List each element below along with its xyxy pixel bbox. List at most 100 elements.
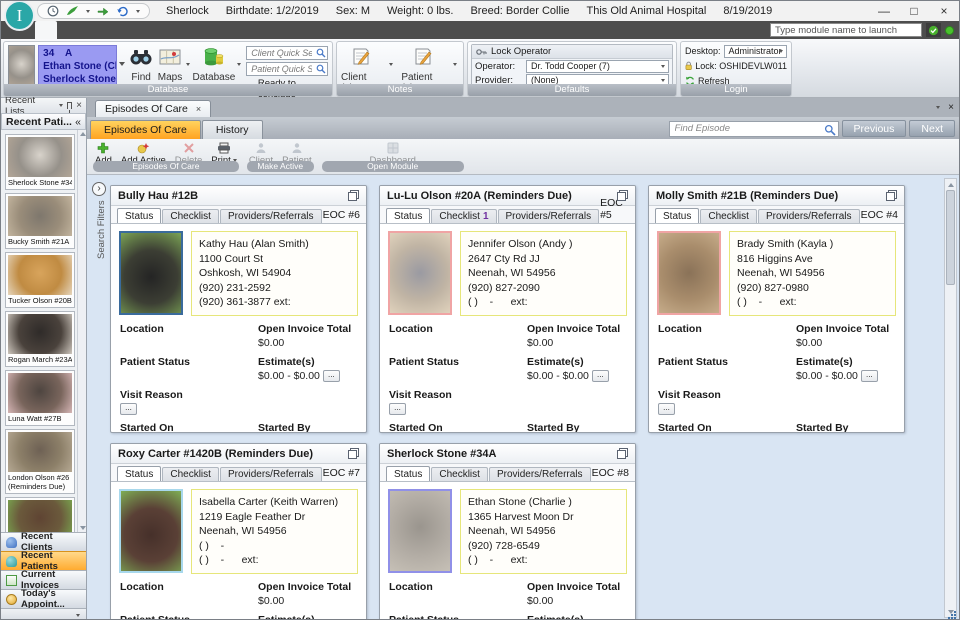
card-fields: Location Open Invoice Total $0.00 Patien…: [380, 578, 635, 620]
recent-patient-item[interactable]: Tucker Olson #20B: [5, 252, 75, 308]
recent-patient-item[interactable]: Bucky Smith #21A: [5, 193, 75, 249]
card-title: Bully Hau #12B: [118, 190, 198, 202]
find-button[interactable]: Find: [127, 45, 156, 83]
menu-tab[interactable]: [145, 21, 167, 39]
visit-reason-ellipsis-button[interactable]: ...: [389, 403, 406, 415]
collapse-panel-icon[interactable]: «: [75, 116, 81, 128]
next-button[interactable]: Next: [909, 120, 955, 137]
tab-episodes-of-care[interactable]: Episodes Of Care ×: [95, 100, 211, 117]
menu-tab[interactable]: [79, 21, 101, 39]
app-logo[interactable]: I: [6, 2, 33, 29]
card-tab-status[interactable]: Status: [655, 208, 699, 223]
popout-icon[interactable]: [348, 448, 359, 459]
recent-patient-item[interactable]: London Olson #26 (Reminders Due): [5, 429, 75, 494]
popout-icon[interactable]: [617, 190, 628, 201]
minimize-button[interactable]: —: [869, 1, 899, 21]
database-dropdown-caret[interactable]: [237, 63, 241, 66]
database-button[interactable]: Database: [192, 45, 235, 83]
card-tab-providers[interactable]: Providers/Referrals: [498, 209, 600, 223]
group-label-database: Database: [4, 84, 332, 96]
card-tab-status[interactable]: Status: [386, 208, 430, 223]
recent-patient-item[interactable]: Luna Watt #27B: [5, 370, 75, 426]
card-tab-status[interactable]: Status: [386, 466, 430, 481]
dock-close-icon[interactable]: ×: [76, 100, 82, 111]
card-tab-providers[interactable]: Providers/Referrals: [758, 209, 860, 223]
card-tab-status[interactable]: Status: [117, 208, 161, 223]
search-filters-label[interactable]: Search Filters: [96, 200, 107, 259]
sidebar-list-button[interactable]: Current Invoices: [1, 570, 86, 589]
client-notes-caret[interactable]: [389, 63, 393, 66]
menu-tab[interactable]: [35, 21, 57, 39]
visit-reason-ellipsis-button[interactable]: ...: [120, 403, 137, 415]
sidebar-list-button[interactable]: Today's Appoint...: [1, 589, 86, 608]
clock-icon[interactable]: [47, 5, 59, 17]
maximize-button[interactable]: □: [899, 1, 929, 21]
find-episode-input[interactable]: [670, 122, 838, 136]
module-launcher-input[interactable]: [770, 23, 922, 37]
sidebar-footer-caret[interactable]: [76, 614, 80, 617]
lock-workstation-button[interactable]: Lock: OSHIDEVLW011: [685, 59, 787, 73]
recent-patient-item[interactable]: Rogan March #23A: [5, 311, 75, 367]
card-tab-providers[interactable]: Providers/Referrals: [220, 467, 322, 481]
menu-tab[interactable]: [123, 21, 145, 39]
maps-button[interactable]: Maps: [156, 45, 185, 83]
menu-tab[interactable]: [167, 21, 189, 39]
recent-patient-item[interactable]: Sherlock Stone #34A: [5, 134, 75, 190]
card-tab-status[interactable]: Status: [117, 466, 161, 481]
subtab-history[interactable]: History: [202, 120, 263, 139]
card-tab-checklist[interactable]: Checklist: [431, 467, 488, 481]
close-button[interactable]: ×: [929, 1, 959, 21]
card-tab-checklist[interactable]: Checklist: [700, 209, 757, 223]
menu-tab[interactable]: [57, 21, 79, 39]
scrollbar-thumb[interactable]: [946, 190, 955, 285]
active-patient-box[interactable]: 34 AEthan Stone (Charlie )Sherlock Stone…: [38, 45, 117, 87]
expand-search-filters-button[interactable]: ›: [92, 182, 106, 196]
pin-icon[interactable]: [67, 102, 72, 109]
card-tab-providers[interactable]: Providers/Referrals: [489, 467, 591, 481]
menu-tab[interactable]: [101, 21, 123, 39]
menu-tab[interactable]: [211, 21, 233, 39]
subtab-episodes-of-care[interactable]: Episodes Of Care: [90, 120, 201, 139]
signature-dropdown-caret[interactable]: [86, 10, 90, 13]
estimates-ellipsis-button[interactable]: ...: [323, 370, 340, 382]
sidebar-list-button[interactable]: Recent Patients: [1, 551, 86, 570]
content-scrollbar[interactable]: [944, 178, 957, 618]
sidebar-list-button[interactable]: Recent Clients: [1, 532, 86, 551]
menu-tab[interactable]: [233, 21, 255, 39]
patient-notes-caret[interactable]: [453, 63, 457, 66]
launch-ok-icon[interactable]: [926, 23, 941, 37]
card-tab-providers[interactable]: Providers/Referrals: [220, 209, 322, 223]
binoculars-icon: [129, 47, 153, 72]
tab-list-caret[interactable]: [936, 106, 940, 109]
operator-select[interactable]: Dr. Todd Cooper (7): [526, 60, 669, 73]
eoc-card: Molly Smith #21B (Reminders Due) Status …: [648, 185, 905, 433]
resize-grip[interactable]: [948, 611, 956, 619]
desktop-select[interactable]: Administrator: [724, 45, 787, 58]
estimates-ellipsis-button[interactable]: ...: [861, 370, 878, 382]
estimates-ellipsis-button[interactable]: ...: [592, 370, 609, 382]
lock-operator-button[interactable]: Lock Operator: [472, 45, 672, 59]
tabstrip-close-icon[interactable]: ×: [948, 102, 954, 113]
client-info-line: (920) 827-2090: [468, 281, 619, 296]
card-tab-checklist[interactable]: Checklist: [162, 467, 219, 481]
popout-icon[interactable]: [617, 448, 628, 459]
undo-dropdown-caret[interactable]: [136, 10, 140, 13]
visit-reason-ellipsis-button[interactable]: ...: [658, 403, 675, 415]
recent-patient-item[interactable]: Thor Olson #26B: [5, 497, 75, 532]
popout-icon[interactable]: [348, 190, 359, 201]
card-tab-checklist[interactable]: Checklist: [162, 209, 219, 223]
card-tab-checklist[interactable]: Checklist1: [431, 209, 496, 223]
forward-icon[interactable]: [97, 5, 109, 17]
previous-button[interactable]: Previous: [842, 120, 907, 137]
patient-box-caret[interactable]: [119, 62, 125, 66]
dock-menu-caret[interactable]: [59, 104, 63, 107]
signature-icon[interactable]: [66, 5, 79, 17]
tab-close-icon[interactable]: ×: [196, 104, 201, 114]
active-patient-photo[interactable]: [8, 45, 35, 87]
undo-icon[interactable]: [116, 5, 129, 17]
popout-icon[interactable]: [886, 190, 897, 201]
sidebar-scrollbar[interactable]: [77, 130, 86, 532]
menu-tab[interactable]: [189, 21, 211, 39]
card-body: Jennifer Olson (Andy ) 2647 Cty Rd JJ Ne…: [380, 224, 635, 320]
maps-dropdown-caret[interactable]: [186, 63, 190, 66]
